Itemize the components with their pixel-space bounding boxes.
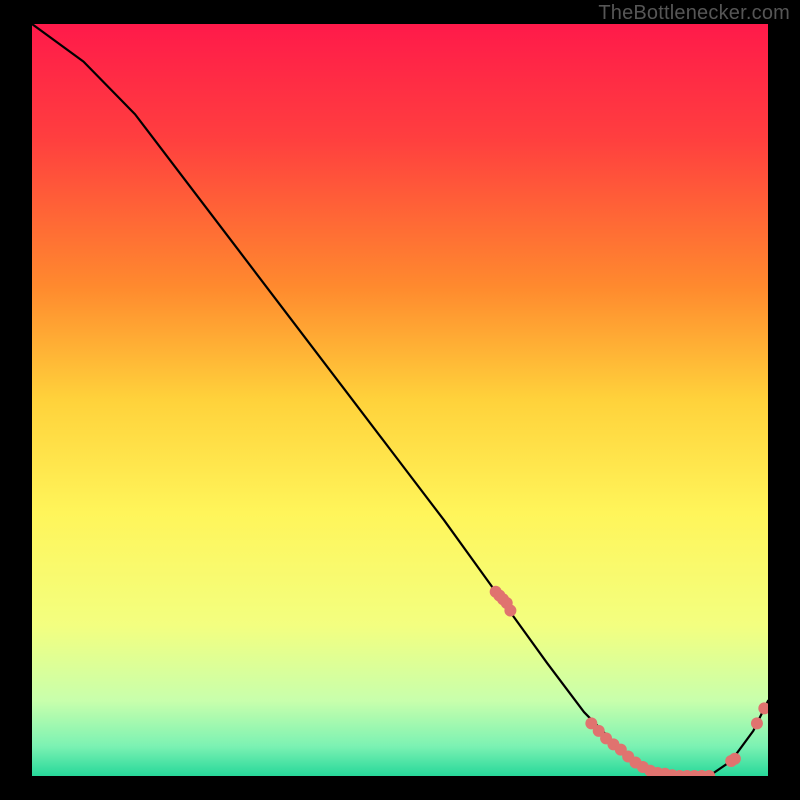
attribution-text: TheBottlenecker.com [598, 2, 790, 25]
data-point [703, 770, 715, 782]
data-point [729, 753, 741, 765]
data-point [751, 717, 763, 729]
gradient-background [32, 24, 768, 776]
bottleneck-chart [0, 0, 800, 800]
data-point [758, 702, 770, 714]
data-point [504, 605, 516, 617]
chart-container: TheBottlenecker.com [0, 0, 800, 800]
